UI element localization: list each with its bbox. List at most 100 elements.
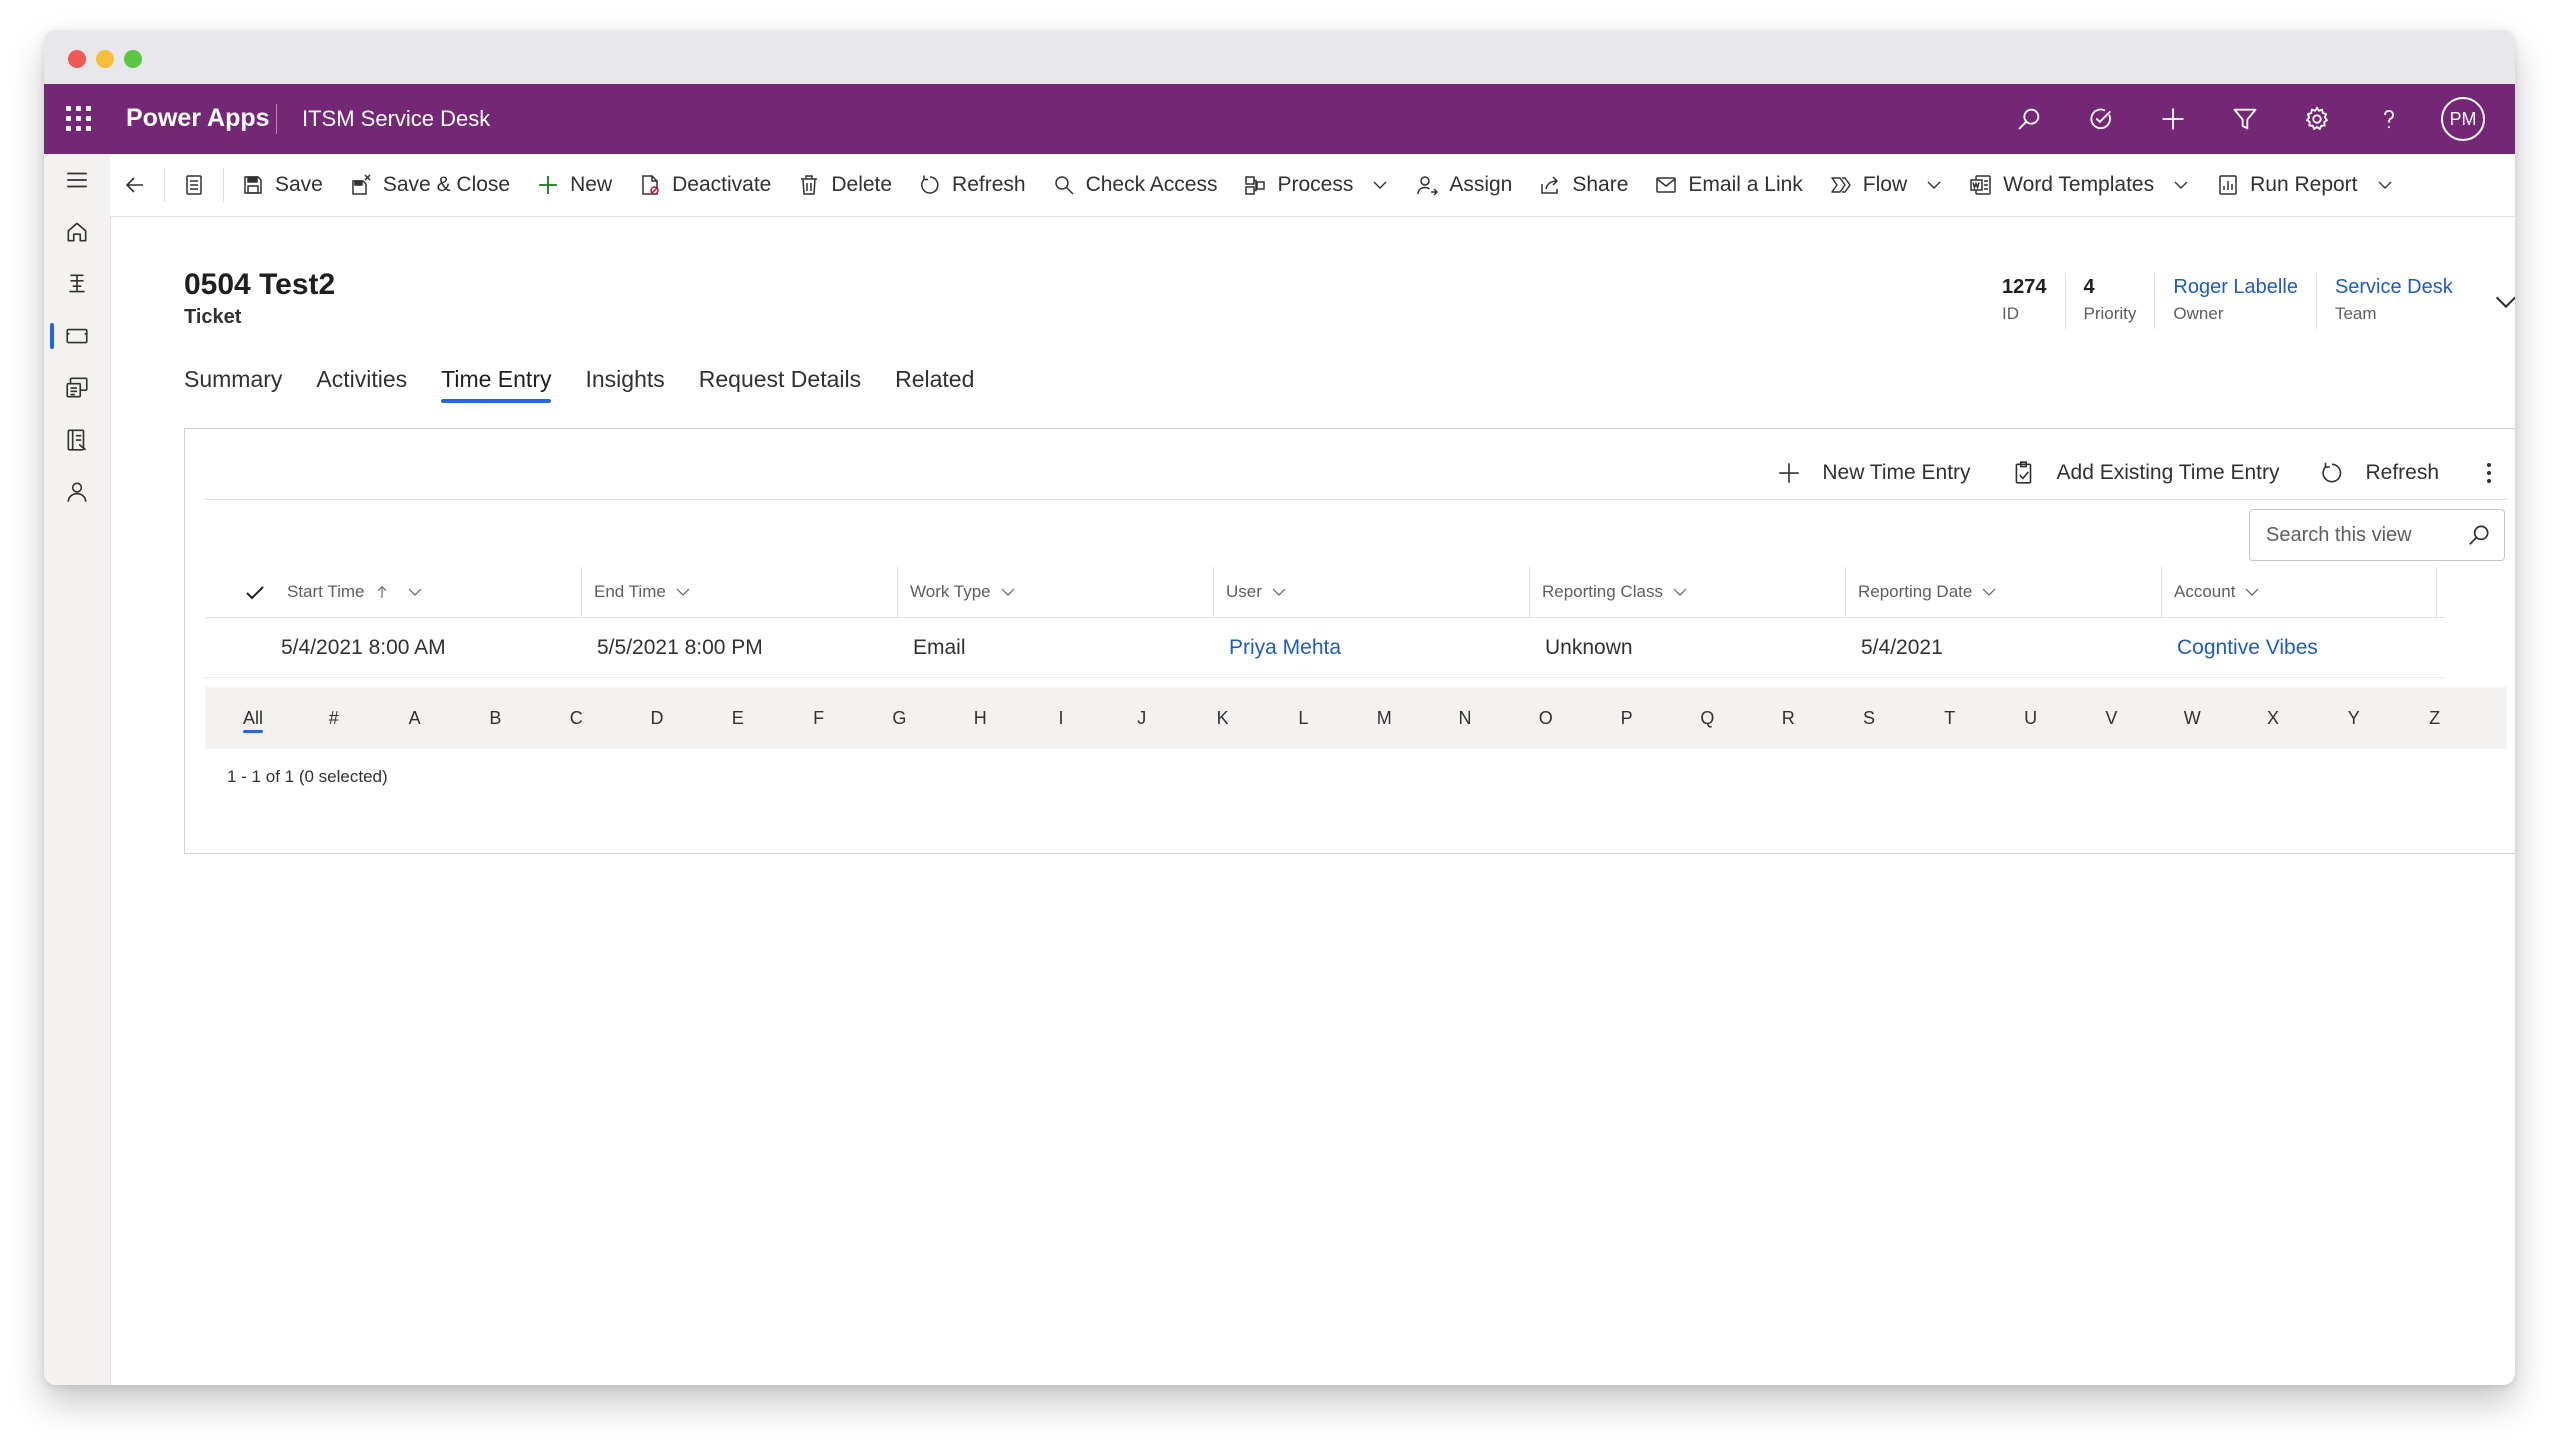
check-access-button[interactable]: Check Access: [1039, 154, 1231, 216]
report-icon: [2219, 175, 2237, 195]
save-button[interactable]: Save: [228, 154, 336, 216]
tab-request-details[interactable]: Request Details: [699, 366, 861, 403]
plus-icon[interactable]: [2149, 95, 2197, 143]
tab-time-entry[interactable]: Time Entry: [441, 366, 552, 403]
jump-letter[interactable]: W: [2170, 687, 2214, 749]
form-selector-button[interactable]: [169, 154, 219, 216]
jump-letter[interactable]: A: [393, 687, 437, 749]
refresh-button[interactable]: Refresh: [905, 154, 1039, 216]
ticket-icon[interactable]: [44, 312, 110, 360]
more-commands-icon[interactable]: [2479, 458, 2499, 488]
brand-divider: [276, 104, 277, 134]
jump-letter[interactable]: M: [1362, 687, 1406, 749]
email-link-button[interactable]: Email a Link: [1641, 154, 1815, 216]
column-reporting-date[interactable]: Reporting Date: [1845, 567, 2161, 617]
expand-header-chevron-icon[interactable]: [2492, 288, 2515, 316]
new-button[interactable]: New: [523, 154, 625, 216]
save-and-close-button[interactable]: Save & Close: [336, 154, 523, 216]
home-icon[interactable]: [44, 208, 110, 256]
chevron-down-icon: [676, 588, 690, 596]
jump-letter[interactable]: H: [958, 687, 1002, 749]
header-field-id: 1274 ID: [1984, 273, 2066, 329]
email-icon: [1656, 177, 1677, 193]
deactivate-button[interactable]: Deactivate: [625, 154, 784, 216]
add-existing-time-entry-button[interactable]: Add Existing Time Entry: [2011, 460, 2279, 486]
jump-letter[interactable]: G: [877, 687, 921, 749]
owner-link[interactable]: Roger Labelle: [2173, 273, 2298, 301]
user-avatar[interactable]: PM: [2441, 97, 2485, 141]
column-end-time[interactable]: End Time: [581, 567, 897, 617]
run-report-button[interactable]: Run Report: [2203, 154, 2406, 216]
jump-letter[interactable]: T: [1928, 687, 1972, 749]
plus-icon: [1779, 463, 1800, 483]
search-input[interactable]: [2266, 510, 2456, 560]
jump-letter[interactable]: L: [1281, 687, 1325, 749]
brand-title[interactable]: Power Apps: [126, 104, 270, 133]
zoom-window-button[interactable]: [124, 50, 142, 68]
delete-button[interactable]: Delete: [784, 154, 905, 216]
column-reporting-class[interactable]: Reporting Class: [1529, 567, 1845, 617]
task-icon[interactable]: [2077, 95, 2125, 143]
search-icon[interactable]: [2005, 95, 2053, 143]
flow-button[interactable]: Flow: [1816, 154, 1956, 216]
jump-letter[interactable]: E: [716, 687, 760, 749]
jump-letter[interactable]: O: [1524, 687, 1568, 749]
cell-user-link[interactable]: Priya Mehta: [1229, 619, 1341, 677]
column-account[interactable]: Account: [2161, 567, 2437, 617]
jump-letter[interactable]: B: [473, 687, 517, 749]
column-work-type[interactable]: Work Type: [897, 567, 1213, 617]
cell-account-link[interactable]: Cogntive Vibes: [2177, 619, 2318, 677]
app-name[interactable]: ITSM Service Desk: [302, 106, 490, 132]
process-button[interactable]: Process: [1230, 154, 1402, 216]
knowledge-icon[interactable]: [44, 364, 110, 412]
tab-related[interactable]: Related: [895, 366, 974, 403]
jump-letter[interactable]: S: [1847, 687, 1891, 749]
jump-letter[interactable]: C: [554, 687, 598, 749]
team-link[interactable]: Service Desk: [2335, 273, 2453, 301]
jump-letter[interactable]: #: [312, 687, 356, 749]
assign-button[interactable]: Assign: [1402, 154, 1525, 216]
app-launcher-icon[interactable]: [66, 106, 92, 132]
new-time-entry-button[interactable]: New Time Entry: [1776, 460, 1971, 486]
share-button[interactable]: Share: [1525, 154, 1641, 216]
column-user[interactable]: User: [1213, 567, 1529, 617]
jump-letter-all[interactable]: All: [231, 687, 275, 749]
command-bar: Save Save & Close New Deactivate Delete …: [110, 154, 2515, 217]
back-button[interactable]: [110, 154, 160, 216]
minimize-window-button[interactable]: [96, 50, 114, 68]
jump-letter[interactable]: F: [797, 687, 841, 749]
select-all-checkmark-icon[interactable]: [243, 581, 267, 605]
search-icon[interactable]: [2466, 522, 2492, 548]
jump-letter[interactable]: J: [1120, 687, 1164, 749]
close-window-button[interactable]: [68, 50, 86, 68]
chevron-down-icon: [1982, 588, 1996, 596]
filter-icon[interactable]: [2221, 95, 2269, 143]
column-start-time[interactable]: Start Time: [275, 567, 469, 617]
record-count: 1 - 1 of 1 (0 selected): [227, 767, 388, 786]
jump-letter[interactable]: Z: [2413, 687, 2457, 749]
jump-letter[interactable]: V: [2089, 687, 2133, 749]
table-row[interactable]: 5/4/2021 8:00 AM 5/5/2021 8:00 PM Email …: [205, 619, 2445, 678]
jump-letter[interactable]: Y: [2332, 687, 2376, 749]
tab-activities[interactable]: Activities: [316, 366, 407, 403]
jump-letter[interactable]: K: [1201, 687, 1245, 749]
subgrid-refresh-button[interactable]: Refresh: [2319, 460, 2439, 486]
help-icon[interactable]: [2365, 95, 2413, 143]
jump-letter[interactable]: N: [1443, 687, 1487, 749]
assign-icon: [1417, 176, 1439, 196]
jump-letter[interactable]: R: [1766, 687, 1810, 749]
jump-letter[interactable]: X: [2251, 687, 2295, 749]
jump-letter[interactable]: Q: [1685, 687, 1729, 749]
tab-insights[interactable]: Insights: [585, 366, 664, 403]
jump-letter[interactable]: I: [1039, 687, 1083, 749]
jump-letter[interactable]: D: [635, 687, 679, 749]
pinned-icon[interactable]: [44, 260, 110, 308]
person-icon[interactable]: [44, 468, 110, 516]
jump-letter[interactable]: P: [1605, 687, 1649, 749]
catalog-icon[interactable]: [44, 416, 110, 464]
tab-summary[interactable]: Summary: [184, 366, 282, 403]
jump-letter[interactable]: U: [2009, 687, 2053, 749]
word-templates-button[interactable]: Word Templates: [1956, 154, 2203, 216]
gear-icon[interactable]: [2293, 95, 2341, 143]
hamburger-menu-icon[interactable]: [44, 156, 110, 204]
